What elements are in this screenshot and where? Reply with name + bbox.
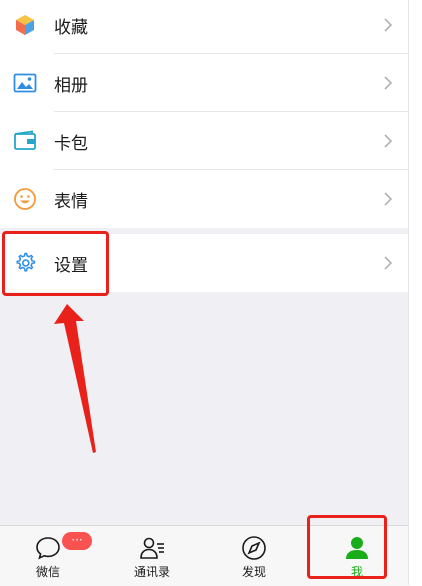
chat-bubble-icon	[36, 537, 60, 560]
tab-label: 发现	[241, 565, 266, 579]
tab-chats[interactable]: ··· 微信	[8, 526, 92, 586]
me-screen: 收藏 相册 卡包 表情 设置 ··· 微信 通讯录 发现 我	[0, 0, 408, 586]
contacts-icon	[140, 537, 164, 559]
unread-badge: ···	[62, 532, 92, 550]
annotation-arrow	[54, 304, 96, 453]
tab-label: 通讯录	[133, 565, 170, 579]
tab-contacts[interactable]: 通讯录	[112, 526, 192, 586]
tab-label: 微信	[35, 565, 60, 579]
me-tab-highlight-box	[307, 515, 387, 579]
tab-discover[interactable]: 发现	[214, 526, 294, 586]
compass-icon	[242, 536, 266, 560]
right-edge-strip	[408, 0, 422, 585]
